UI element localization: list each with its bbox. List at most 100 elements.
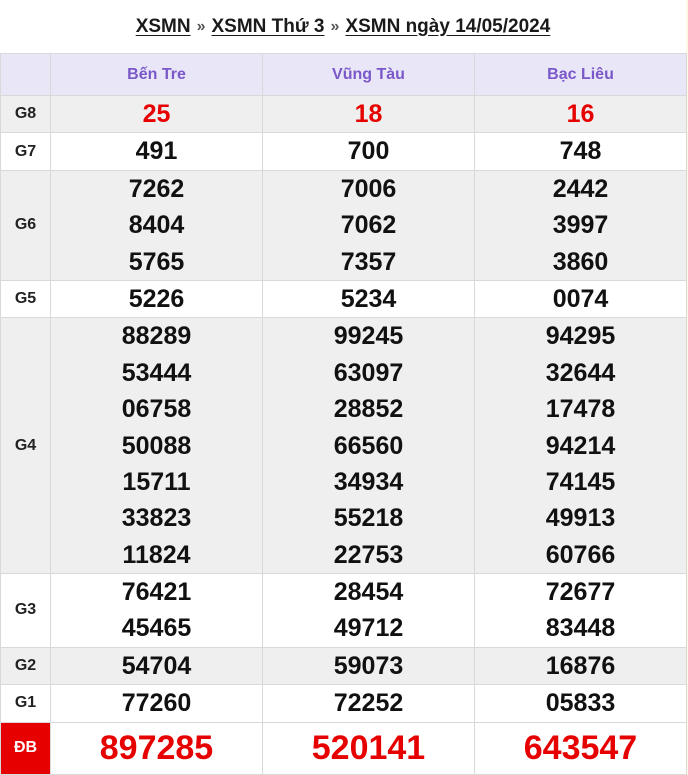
breadcrumb-link-xsmn[interactable]: XSMN bbox=[136, 16, 191, 38]
prize-number: 55218 bbox=[333, 504, 404, 533]
prize-row-g4: G4 88289 53444 06758 50088 15711 33823 11824 992… bbox=[0, 317, 687, 575]
prize-number: 60766 bbox=[545, 540, 616, 569]
prize-label: G1 bbox=[0, 684, 51, 723]
prize-cell: 897285 bbox=[50, 721, 263, 775]
prize-number: 16876 bbox=[545, 651, 616, 680]
prize-number: 5234 bbox=[340, 284, 397, 313]
prize-number: 94295 bbox=[545, 322, 616, 351]
prize-row-g7: G7 491 700 748 bbox=[0, 132, 687, 171]
prize-number: 17478 bbox=[545, 395, 616, 424]
prize-cell: 94295 32644 17478 94214 74145 49913 60766 bbox=[474, 317, 687, 575]
prize-label: G3 bbox=[0, 573, 51, 648]
prize-number: 88289 bbox=[121, 322, 192, 351]
prize-row-db: ĐB 897285 520141 643547 bbox=[0, 721, 687, 775]
prize-number: 32644 bbox=[545, 358, 616, 387]
prize-number: 72677 bbox=[545, 578, 616, 607]
prize-cell: 25 bbox=[50, 94, 263, 134]
prize-number: 8404 bbox=[128, 211, 185, 240]
prize-cell: 520141 bbox=[262, 721, 475, 775]
prize-number: 72252 bbox=[333, 689, 404, 718]
prize-number: 74145 bbox=[545, 467, 616, 496]
prize-cell: 491 bbox=[50, 132, 263, 171]
prize-number: 45465 bbox=[121, 614, 192, 643]
breadcrumb-link-xsmn-date[interactable]: XSMN ngày 14/05/2024 bbox=[345, 16, 550, 38]
prize-cell: 7262 8404 5765 bbox=[50, 169, 263, 281]
header-corner bbox=[0, 53, 51, 96]
prize-cell: 77260 bbox=[50, 684, 263, 723]
prize-label: G8 bbox=[0, 94, 51, 134]
prize-number: 3860 bbox=[552, 247, 609, 276]
prize-number: 59073 bbox=[333, 651, 404, 680]
prize-cell: 16876 bbox=[474, 646, 687, 686]
prize-cell: 72252 bbox=[262, 684, 475, 723]
prize-number: 53444 bbox=[121, 358, 192, 387]
prize-label: G6 bbox=[0, 169, 51, 281]
prize-cell: 88289 53444 06758 50088 15711 33823 11824 bbox=[50, 317, 263, 575]
prize-cell: 72677 83448 bbox=[474, 573, 687, 648]
prize-number: 05833 bbox=[545, 689, 616, 718]
prize-number: 22753 bbox=[333, 540, 404, 569]
prize-number: 748 bbox=[559, 137, 602, 166]
prize-cell: 0074 bbox=[474, 279, 687, 319]
prize-number: 28852 bbox=[333, 395, 404, 424]
prize-row-g5: G5 5226 5234 0074 bbox=[0, 279, 687, 319]
breadcrumb-link-xsmn-thu-3[interactable]: XSMN Thứ 3 bbox=[212, 16, 325, 38]
prize-number: 66560 bbox=[333, 431, 404, 460]
prize-number: 897285 bbox=[99, 728, 214, 767]
prize-cell: 16 bbox=[474, 94, 687, 134]
province-header: Bạc Liêu bbox=[474, 53, 687, 96]
prize-cell: 7006 7062 7357 bbox=[262, 169, 475, 281]
prize-number: 49913 bbox=[545, 504, 616, 533]
prize-label: G4 bbox=[0, 317, 51, 575]
prize-number: 3997 bbox=[552, 211, 609, 240]
breadcrumb-separator: » bbox=[196, 17, 206, 35]
prize-number: 49712 bbox=[333, 614, 404, 643]
prize-number: 63097 bbox=[333, 358, 404, 387]
prize-label: G2 bbox=[0, 646, 51, 686]
prize-number: 491 bbox=[135, 137, 178, 166]
results-table: Bến Tre Vũng Tàu Bạc Liêu G8 25 18 16 G7 491 7… bbox=[0, 53, 687, 775]
prize-row-g2: G2 54704 59073 16876 bbox=[0, 646, 687, 686]
prize-number: 16 bbox=[566, 100, 595, 128]
prize-number: 76421 bbox=[121, 578, 192, 607]
prize-number: 34934 bbox=[333, 467, 404, 496]
prize-cell: 18 bbox=[262, 94, 475, 134]
prize-number: 28454 bbox=[333, 578, 404, 607]
prize-row-g8: G8 25 18 16 bbox=[0, 94, 687, 134]
prize-number: 520141 bbox=[311, 728, 426, 767]
prize-cell: 99245 63097 28852 66560 34934 55218 22753 bbox=[262, 317, 475, 575]
prize-number: 7006 bbox=[340, 174, 397, 203]
prize-number: 77260 bbox=[121, 689, 192, 718]
breadcrumb: XSMN » XSMN Thứ 3 » XSMN ngày 14/05/2024 bbox=[0, 0, 686, 53]
prize-label: G7 bbox=[0, 132, 51, 171]
prize-number: 7357 bbox=[340, 247, 397, 276]
prize-cell: 54704 bbox=[50, 646, 263, 686]
province-header: Vũng Tàu bbox=[262, 53, 475, 96]
prize-cell: 05833 bbox=[474, 684, 687, 723]
prize-cell: 28454 49712 bbox=[262, 573, 475, 648]
prize-number: 0074 bbox=[552, 284, 609, 313]
prize-number: 25 bbox=[142, 100, 171, 128]
prize-cell: 700 bbox=[262, 132, 475, 171]
prize-number: 15711 bbox=[122, 467, 191, 496]
prize-number: 5765 bbox=[128, 247, 185, 276]
prize-number: 50088 bbox=[121, 431, 192, 460]
prize-cell: 643547 bbox=[474, 721, 687, 775]
prize-cell: 2442 3997 3860 bbox=[474, 169, 687, 281]
prize-label: ĐB bbox=[0, 721, 51, 775]
breadcrumb-separator: » bbox=[330, 17, 340, 35]
prize-number: 2442 bbox=[552, 174, 609, 203]
prize-cell: 748 bbox=[474, 132, 687, 171]
prize-number: 54704 bbox=[121, 651, 192, 680]
prize-cell: 59073 bbox=[262, 646, 475, 686]
prize-number: 94214 bbox=[545, 431, 616, 460]
prize-number: 700 bbox=[347, 137, 390, 166]
page-frame: XSMN » XSMN Thứ 3 » XSMN ngày 14/05/2024… bbox=[0, 0, 688, 775]
prize-row-g3: G3 76421 45465 28454 49712 72677 83448 bbox=[0, 573, 687, 648]
prize-number: 18 bbox=[354, 100, 383, 128]
header-row: Bến Tre Vũng Tàu Bạc Liêu bbox=[0, 53, 687, 96]
prize-number: 83448 bbox=[545, 614, 616, 643]
prize-label: G5 bbox=[0, 279, 51, 319]
prize-number: 06758 bbox=[121, 395, 192, 424]
prize-number: 33823 bbox=[121, 504, 192, 533]
